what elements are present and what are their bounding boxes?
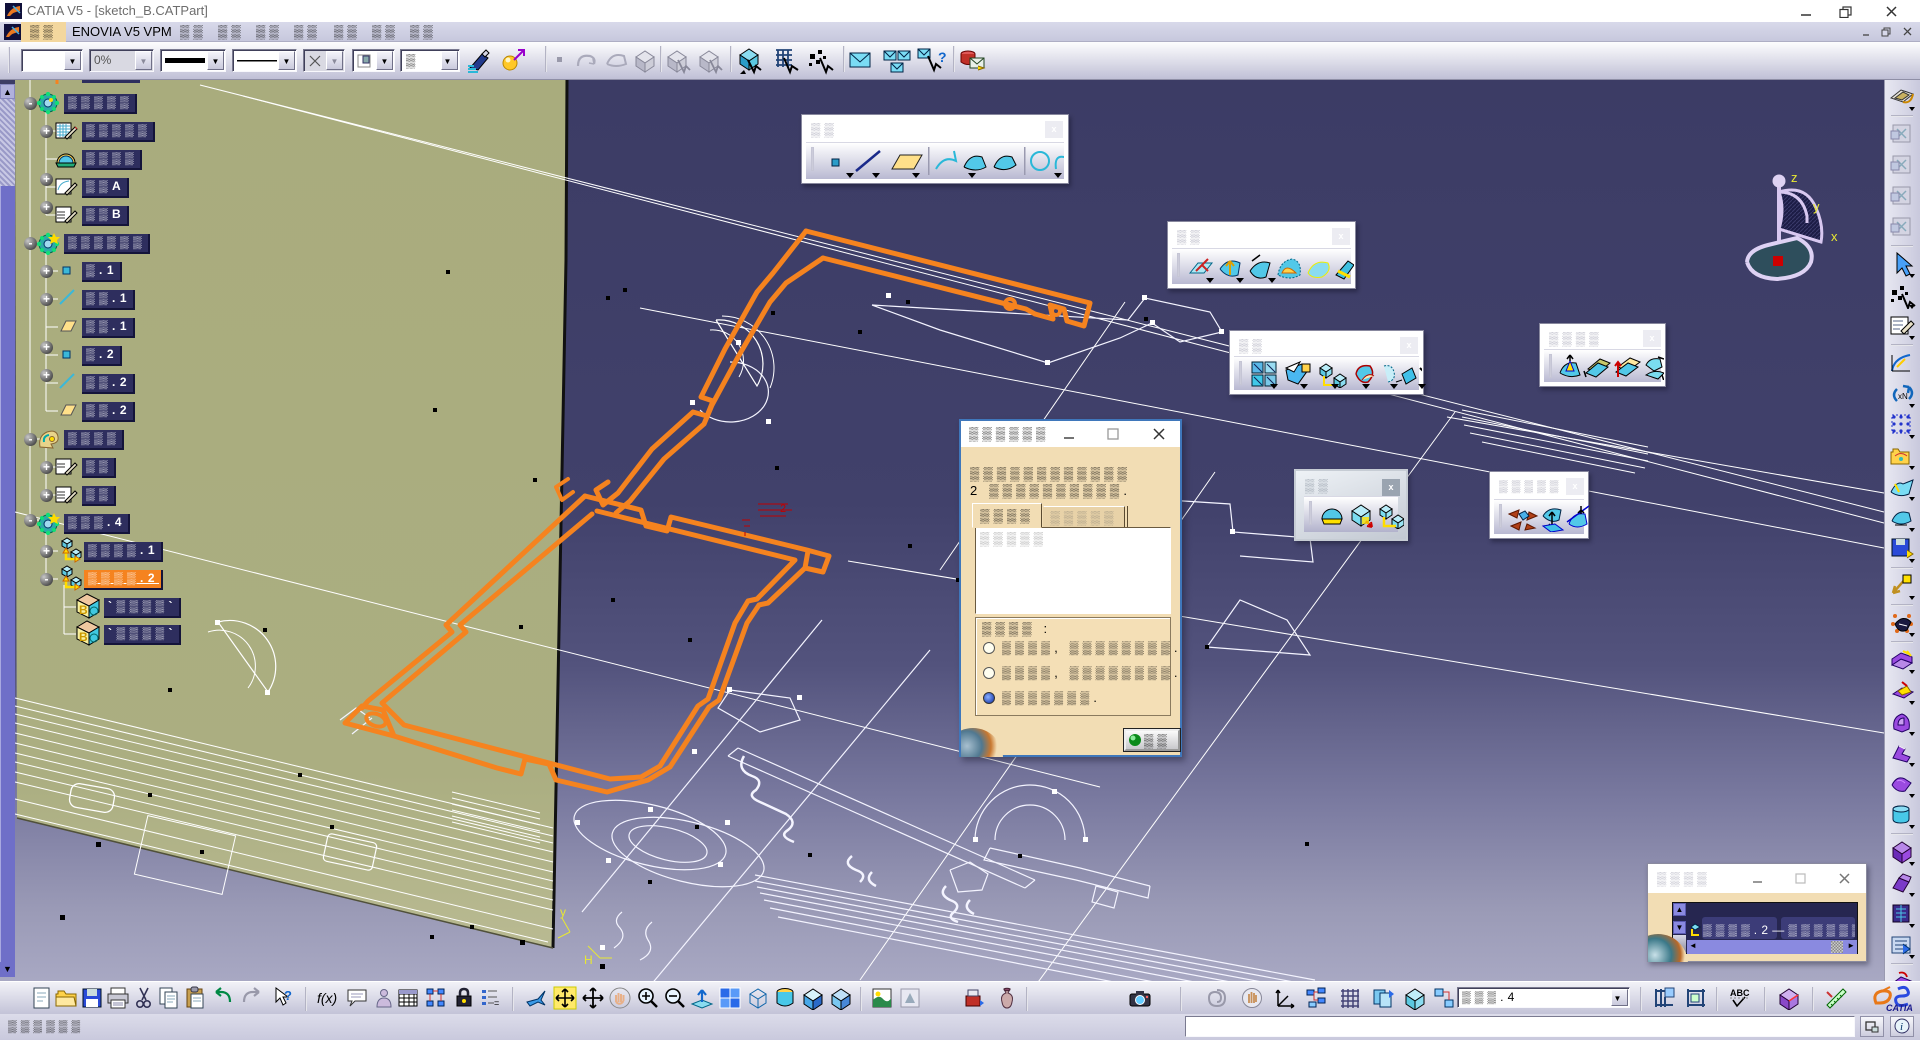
svg-text:B: B [79, 603, 88, 617]
svg-text:y: y [560, 905, 566, 919]
svg-text:2: 2 [780, 503, 786, 515]
svg-text:y: y [1813, 199, 1820, 214]
svg-text:x: x [1831, 229, 1838, 244]
svg-text:=: = [494, 998, 499, 1008]
svg-text:H: H [584, 953, 593, 967]
svg-text:f(x): f(x) [317, 990, 337, 1006]
svg-text:?: ? [938, 49, 947, 65]
svg-text:B: B [79, 630, 88, 644]
svg-text:?: ? [284, 988, 292, 1003]
svg-text:xN: xN [1898, 392, 1908, 401]
svg-text:CATIA: CATIA [1886, 1003, 1913, 1013]
svg-text:z: z [1791, 170, 1798, 185]
svg-text:ABC: ABC [1730, 988, 1750, 998]
svg-text:i: i [1900, 1021, 1903, 1033]
